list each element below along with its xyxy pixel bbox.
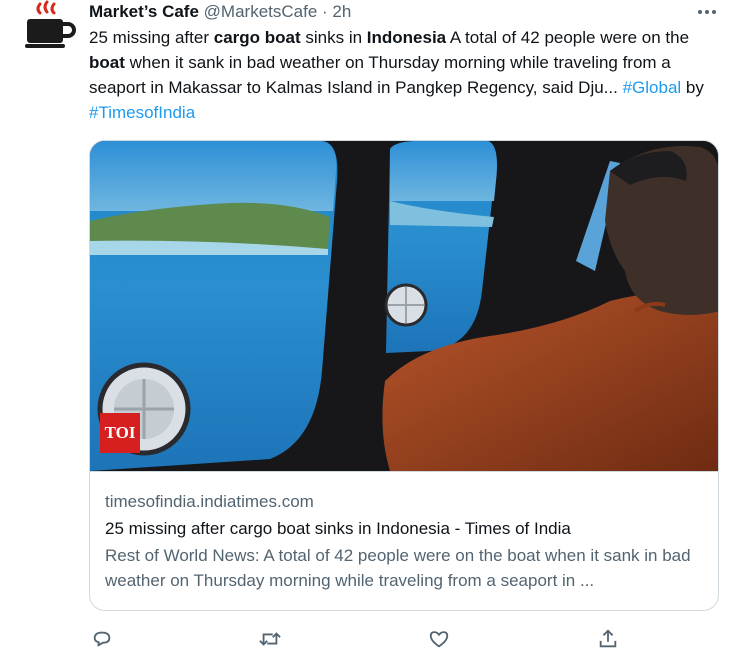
- tweet-header: Market’s Cafe @MarketsCafe · 2h: [89, 0, 729, 24]
- hashtag-global[interactable]: #Global: [623, 78, 682, 97]
- card-description: Rest of World News: A total of 42 people…: [105, 546, 691, 590]
- like-icon: [429, 631, 449, 648]
- tweet-body: Market’s Cafe @MarketsCafe · 2h 25 missi…: [89, 0, 729, 125]
- toi-logo-badge: TOI: [100, 413, 140, 453]
- tweet-actions: [89, 626, 629, 656]
- tweet-text: 25 missing after cargo boat sinks in Ind…: [89, 25, 725, 125]
- tweet-text-part: 25 missing after: [89, 28, 214, 47]
- share-button[interactable]: [595, 626, 621, 652]
- tweet-text-bold: cargo boat: [213, 28, 301, 47]
- tweet-text-bold: boat: [89, 53, 125, 72]
- display-name[interactable]: Market’s Cafe: [89, 2, 199, 21]
- helicopter-window-photo: [90, 141, 718, 471]
- link-card[interactable]: TOI timesofindia.indiatimes.com 25 missi…: [89, 140, 719, 611]
- hashtag-timesofindia[interactable]: #TimesofIndia: [89, 103, 195, 122]
- retweet-button[interactable]: [257, 626, 283, 652]
- card-info[interactable]: timesofindia.indiatimes.com 25 missing a…: [90, 471, 718, 610]
- card-domain: timesofindia.indiatimes.com: [105, 492, 314, 511]
- avatar[interactable]: [18, 0, 76, 58]
- coffee-cup-icon: [25, 0, 76, 48]
- timestamp[interactable]: 2h: [332, 2, 351, 21]
- tweet-text-part: by: [681, 78, 704, 97]
- tweet-text-part: when it sank in bad weather on Thursday …: [89, 53, 671, 97]
- tweet-text-part: A total of 42 people were on the: [446, 28, 690, 47]
- separator-dot: ·: [322, 2, 328, 21]
- retweet-icon: [259, 632, 281, 646]
- reply-icon: [93, 631, 111, 647]
- card-image[interactable]: TOI: [90, 141, 718, 471]
- more-options-icon: [698, 10, 716, 14]
- share-icon: [599, 629, 617, 648]
- more-options-button[interactable]: [692, 0, 722, 24]
- reply-button[interactable]: [89, 626, 115, 652]
- user-handle[interactable]: @MarketsCafe: [204, 2, 318, 21]
- tweet-text-part: sinks in: [300, 28, 367, 47]
- card-title: 25 missing after cargo boat sinks in Ind…: [105, 519, 571, 538]
- tweet-text-bold: Indonesia: [366, 28, 447, 47]
- like-button[interactable]: [426, 626, 452, 652]
